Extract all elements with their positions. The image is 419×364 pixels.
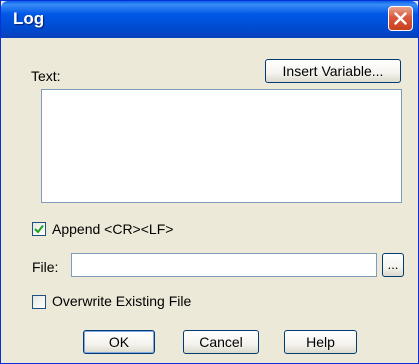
overwrite-label: Overwrite Existing File xyxy=(52,293,192,309)
overwrite-checkbox[interactable] xyxy=(32,295,46,309)
window-title: Log xyxy=(13,9,45,28)
ok-button[interactable]: OK xyxy=(83,330,155,354)
insert-variable-button[interactable]: Insert Variable... xyxy=(265,59,401,83)
text-input[interactable] xyxy=(41,89,402,203)
close-button[interactable] xyxy=(388,6,413,31)
title-bar[interactable]: Log xyxy=(1,1,418,38)
file-input[interactable] xyxy=(71,253,377,277)
cancel-button[interactable]: Cancel xyxy=(183,330,259,354)
checkmark-icon xyxy=(34,224,44,234)
append-crlf-checkbox[interactable] xyxy=(32,222,46,236)
help-button[interactable]: Help xyxy=(284,330,357,354)
log-dialog: Log Text: Insert Variable... Append <CR>… xyxy=(0,0,419,364)
append-crlf-label: Append <CR><LF> xyxy=(52,221,174,237)
file-label: File: xyxy=(32,259,59,275)
close-icon xyxy=(394,12,407,25)
browse-button[interactable]: ... xyxy=(382,253,404,277)
text-label: Text: xyxy=(31,68,61,84)
